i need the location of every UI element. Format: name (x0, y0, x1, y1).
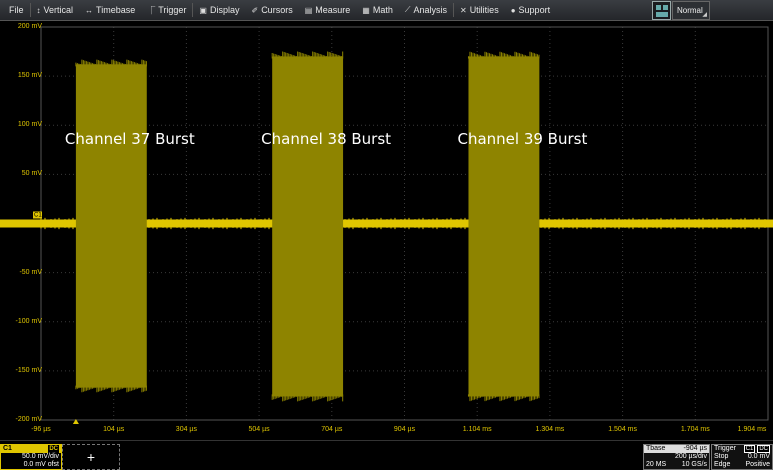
x-tick-label: 1.304 ms (535, 426, 565, 433)
add-channel-button[interactable]: + (62, 444, 120, 470)
trigger-icon: ⎾ (147, 5, 156, 15)
cursors-icon: ✐ (251, 5, 259, 15)
channel-name: C1 (3, 445, 12, 452)
trigger-mode-button[interactable]: Normal ◢ (672, 1, 710, 20)
y-tick-label: -200 mV (15, 416, 42, 423)
menu-analysis[interactable]: ⟋ Analysis (399, 0, 453, 21)
menu-label: Math (372, 5, 393, 15)
channel-offset: 0.0 mV ofst (23, 461, 59, 468)
trigger-slope: Positive (745, 461, 770, 468)
burst-label: Channel 38 Burst (261, 130, 392, 148)
vertical-icon: ↕ (36, 5, 41, 15)
channel-scale: 50.0 mV/div (22, 453, 59, 460)
timebase-row: 20 MS 10 GS/s (644, 461, 709, 469)
menu-label: Display (209, 5, 240, 15)
layout-grid-icon-cell (656, 12, 668, 17)
timebase-rate: 10 GS/s (681, 461, 707, 468)
timebase-title: Tbase (646, 445, 666, 452)
menu-timebase[interactable]: ↔ Timebase (79, 0, 141, 21)
channel-header: C1 DC (1, 445, 61, 453)
menu-trigger[interactable]: ⎾ Trigger (141, 0, 192, 21)
timebase-icon: ↔ (85, 5, 94, 15)
menu-label: Utilities (469, 5, 499, 15)
menu-label: Measure (315, 5, 351, 15)
y-tick-label: 50 mV (21, 170, 42, 178)
x-tick-label: 704 µs (321, 426, 343, 433)
burst-label: Channel 39 Burst (457, 130, 588, 148)
trigger-level: 0.0 mV (747, 453, 770, 460)
menu-label: Trigger (158, 5, 187, 15)
measure-icon: ▤ (304, 5, 313, 15)
menu-label: Vertical (43, 5, 74, 15)
menu-vertical[interactable]: ↕ Vertical (31, 0, 80, 21)
menu-label: Timebase (96, 5, 136, 15)
display-icon: ▣ (199, 5, 207, 15)
x-tick-label: 1.504 ms (608, 426, 637, 433)
burst-envelope-39 (468, 56, 540, 397)
y-tick-label: -50 mV (19, 268, 42, 276)
layout-grid-icon-cell (663, 5, 668, 10)
x-tick-label: 104 µs (103, 426, 125, 433)
x-tick-label: 304 µs (175, 426, 197, 433)
x-tick-label: 504 µs (248, 426, 270, 433)
status-bar: C1 DC 50.0 mV/div 0.0 mV ofst + Tbase -90… (0, 440, 773, 470)
waveform-grid[interactable]: C1 (0, 22, 773, 440)
menu-label: Support (518, 5, 551, 15)
y-tick-label: -150 mV (15, 366, 42, 374)
menu-utilities[interactable]: ✕ Utilities (454, 0, 505, 21)
y-tick-label: 0 µV (27, 219, 42, 227)
x-tick-label: -96 µs (31, 426, 51, 433)
trigger-channel: C1 (743, 445, 756, 453)
menu-label: Analysis (413, 5, 447, 15)
channel-marker-label: C1 (34, 213, 42, 219)
menu-support[interactable]: ● Support (505, 0, 556, 21)
trigger-header: Trigger C1 DC (712, 445, 772, 453)
menu-display[interactable]: ▣ Display (193, 0, 245, 21)
x-tick-label: 1.104 ms (462, 426, 492, 433)
corner-arrow-icon: ◢ (702, 12, 707, 18)
add-label: + (86, 449, 96, 465)
timebase-scale: 200 µs/div (674, 453, 707, 460)
utilities-icon: ✕ (459, 5, 467, 15)
trigger-row: Edge Positive (712, 461, 772, 469)
menu-label: File (9, 5, 24, 15)
menu-file[interactable]: File (0, 0, 30, 21)
burst-envelope-37 (75, 64, 147, 388)
trigger-descriptor[interactable]: Trigger C1 DC Stop 0.0 mV Edge Positive (711, 444, 773, 470)
timebase-descriptor[interactable]: Tbase -904 µs 200 µs/div 20 MS 10 GS/s (643, 444, 710, 470)
analysis-icon: ⟋ (404, 5, 411, 14)
timebase-samples: 20 MS (646, 461, 667, 468)
trigger-coupling: DC (757, 445, 770, 453)
channel-coupling: DC (48, 445, 59, 453)
menu-cursors[interactable]: ✐ Cursors (245, 0, 298, 21)
timebase-header: Tbase -904 µs (644, 445, 709, 453)
timebase-row: 200 µs/div (644, 453, 709, 461)
math-icon: ▦ (362, 5, 370, 15)
y-tick-label: 200 mV (17, 23, 42, 30)
menu-measure[interactable]: ▤ Measure (299, 0, 357, 21)
trigger-mode: Stop (714, 453, 729, 460)
menu-label: Cursors (261, 5, 293, 15)
x-tick-label: 1.704 ms (680, 426, 710, 433)
display-layout-button[interactable] (652, 1, 671, 20)
trigger-mode-label: Normal (677, 6, 703, 15)
y-tick-label: 100 mV (17, 121, 42, 129)
y-tick-label: -100 mV (15, 317, 42, 325)
scope-display: C1 (0, 26, 773, 424)
trigger-title: Trigger (714, 445, 736, 452)
menu-math[interactable]: ▦ Math (356, 0, 399, 21)
burst-envelope-38 (272, 56, 344, 397)
trigger-row: Stop 0.0 mV (712, 453, 772, 461)
burst-label: Channel 37 Burst (64, 130, 195, 148)
x-tick-label: 1.904 ms (737, 426, 767, 433)
support-icon: ● (510, 5, 516, 15)
x-tick-label: 904 µs (393, 426, 416, 433)
y-tick-label: 150 mV (17, 72, 42, 80)
layout-grid-icon (656, 5, 661, 10)
timebase-delay: -904 µs (683, 445, 708, 452)
trigger-type: Edge (714, 461, 731, 468)
channel-c1-descriptor[interactable]: C1 DC 50.0 mV/div 0.0 mV ofst (0, 444, 62, 470)
